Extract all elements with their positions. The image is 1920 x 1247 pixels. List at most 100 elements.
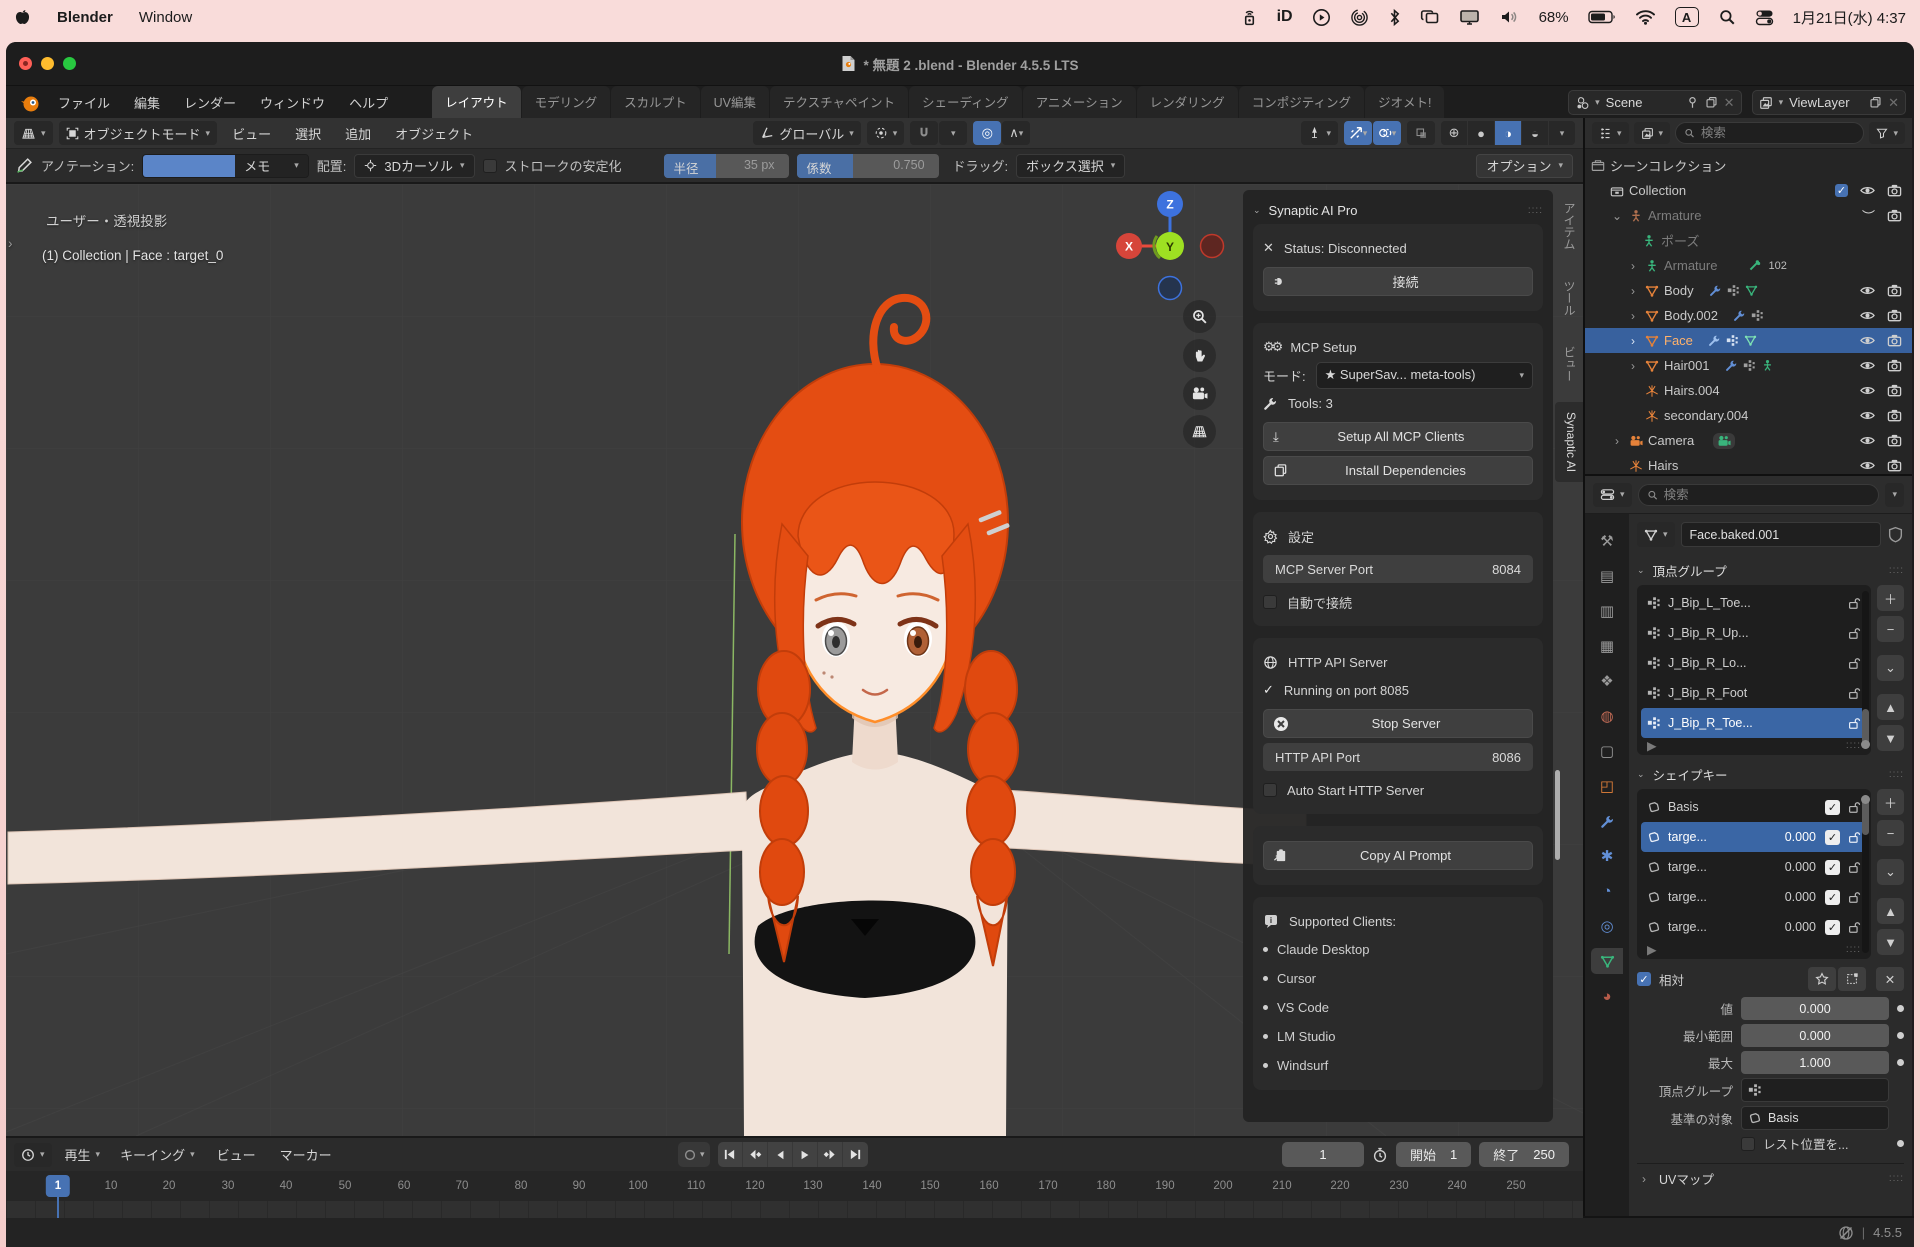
tab-animation[interactable]: アニメーション <box>1023 86 1136 118</box>
collection-checkbox[interactable]: ✓ <box>1835 184 1848 197</box>
current-frame-field[interactable]: 1 <box>1282 1142 1364 1167</box>
airdrop-icon[interactable] <box>1350 8 1369 27</box>
annotate-tool-icon[interactable] <box>16 157 33 174</box>
lock-open-icon[interactable] <box>1847 686 1861 700</box>
new-scene-icon[interactable] <box>1705 96 1718 109</box>
add-shapekey-button[interactable]: ＋ <box>1877 789 1904 815</box>
hair001-row[interactable]: › Hair001 <box>1585 353 1912 378</box>
vgroup-row[interactable]: J_Bip_R_Foot <box>1641 678 1867 708</box>
spotlight-icon[interactable] <box>1718 8 1736 26</box>
lock-open-icon[interactable] <box>1847 626 1861 640</box>
shading-solid-button[interactable]: ● <box>1468 121 1494 145</box>
tab-world[interactable]: ◍ <box>1591 703 1623 729</box>
menu-file[interactable]: ファイル <box>48 90 120 115</box>
vgroup-row[interactable]: J_Bip_L_Toe... <box>1641 588 1867 618</box>
proportional-editing-toggle[interactable]: ◎ <box>973 121 1001 145</box>
eye-icon[interactable] <box>1860 358 1875 373</box>
panel-grip[interactable]: :::: <box>1889 769 1904 780</box>
camera-visibility-icon[interactable] <box>1887 358 1902 373</box>
eye-icon[interactable] <box>1860 383 1875 398</box>
shading-material-button[interactable]: ◑ <box>1495 121 1521 145</box>
menu-add[interactable]: 追加 <box>336 121 380 146</box>
basis-field[interactable]: Basis <box>1741 1106 1889 1130</box>
tab-render[interactable]: ▤ <box>1591 563 1623 589</box>
eye-icon[interactable] <box>1860 333 1875 348</box>
viewlayer-selector[interactable]: ▾ ViewLayer ✕ <box>1752 90 1906 115</box>
shapekey-row[interactable]: targe... 0.000 ✓ <box>1641 852 1867 882</box>
tab-uv[interactable]: UV編集 <box>701 86 769 118</box>
end-frame-field[interactable]: 終了 250 <box>1479 1142 1569 1167</box>
remove-shapekey-button[interactable]: − <box>1877 820 1904 846</box>
animate-dot[interactable] <box>1897 1005 1904 1012</box>
blender-logo-icon[interactable] <box>20 93 40 113</box>
http-port-field[interactable]: HTTP API Port 8086 <box>1263 743 1533 771</box>
add-vgroup-button[interactable]: ＋ <box>1877 585 1904 611</box>
menu-select[interactable]: 選択 <box>286 121 330 146</box>
range-max-field[interactable]: 1.000 <box>1741 1051 1889 1074</box>
lock-open-icon[interactable] <box>1847 716 1861 730</box>
setup-all-mcp-button[interactable]: ⤓ Setup All MCP Clients <box>1263 422 1533 451</box>
tab-rendering[interactable]: レンダリング <box>1137 86 1238 118</box>
tab-physics[interactable]: ◔ <box>1591 878 1623 904</box>
auto-keyframe-toggle[interactable]: ▾ <box>678 1142 710 1167</box>
control-center-icon[interactable] <box>1755 9 1774 26</box>
shapekey-mute-checkbox[interactable]: ✓ <box>1825 890 1840 905</box>
stop-server-button[interactable]: Stop Server <box>1263 709 1533 738</box>
annotation-layer-dropdown[interactable]: メモ▾ <box>235 155 308 177</box>
shapekey-row[interactable]: targe... 0.000 ✓ <box>1641 882 1867 912</box>
datablock-type-button[interactable]: ▾ <box>1637 522 1675 547</box>
vgroup-specials-button[interactable]: ⌄ <box>1877 655 1904 681</box>
tab-shading[interactable]: シェーディング <box>909 86 1022 118</box>
properties-options-button[interactable]: ▾ <box>1885 483 1904 507</box>
connect-button[interactable]: 接続 <box>1263 267 1533 296</box>
editor-type-button[interactable]: ▾ <box>14 121 53 145</box>
options-dropdown[interactable]: オプション▾ <box>1476 154 1573 178</box>
menubar-window-menu[interactable]: Window <box>139 9 192 26</box>
collapse-icon[interactable]: ⌄ <box>1637 565 1645 576</box>
tab-particles[interactable]: ✱ <box>1591 843 1623 869</box>
prev-keyframe-button[interactable] <box>743 1142 768 1167</box>
tab-geometry-nodes[interactable]: ジオメト! <box>1365 86 1444 118</box>
scene-selector[interactable]: ▾ Scene ✕ <box>1568 90 1741 115</box>
collapse-icon[interactable]: ⌄ <box>1253 205 1261 216</box>
shapekey-mute-checkbox[interactable]: ✓ <box>1825 830 1840 845</box>
properties-search-input[interactable] <box>1664 488 1871 502</box>
zoom-button[interactable] <box>1183 300 1216 333</box>
tab-scene[interactable]: ❖ <box>1591 668 1623 694</box>
shapekey-move-down-button[interactable]: ▼ <box>1877 929 1904 955</box>
lock-open-icon[interactable] <box>1847 800 1861 814</box>
secondary004-row[interactable]: secondary.004 <box>1585 403 1912 428</box>
scene-collection-row[interactable]: シーンコレクション <box>1585 153 1912 178</box>
lock-open-icon[interactable] <box>1847 596 1861 610</box>
grid-ortho-button[interactable] <box>1183 415 1216 448</box>
pivot-point-dropdown[interactable]: ▾ <box>867 121 905 145</box>
menubar-app-name[interactable]: Blender <box>57 9 113 26</box>
rest-position-checkbox[interactable] <box>1741 1137 1755 1151</box>
tab-collection[interactable]: ▢ <box>1591 738 1623 764</box>
shield-icon[interactable] <box>1887 526 1904 543</box>
play-circle-icon[interactable] <box>1312 8 1331 27</box>
shapekey-mute-checkbox[interactable]: ✓ <box>1825 800 1840 815</box>
vgroup-field[interactable] <box>1741 1078 1889 1102</box>
expand-icon[interactable]: › <box>1637 1172 1651 1186</box>
timeline-channels[interactable] <box>6 1201 1583 1218</box>
annotation-color-swatch[interactable] <box>143 155 235 177</box>
camera-visibility-icon[interactable] <box>1887 183 1902 198</box>
vgroup-row[interactable]: J_Bip_R_Up... <box>1641 618 1867 648</box>
menu-help[interactable]: ヘルプ <box>339 90 398 115</box>
tab-material[interactable]: ◕ <box>1591 983 1623 1009</box>
pose-row[interactable]: ポーズ <box>1585 228 1912 253</box>
placement-dropdown[interactable]: 3Dカーソル▾ <box>354 154 474 178</box>
face-row-selected[interactable]: › Face <box>1585 328 1912 353</box>
id-status-icon[interactable]: iD <box>1277 8 1293 26</box>
tab-output[interactable]: ▥ <box>1591 598 1623 624</box>
menu-window[interactable]: ウィンドウ <box>250 90 335 115</box>
animate-dot[interactable] <box>1897 1032 1904 1039</box>
animate-dot[interactable] <box>1897 1140 1904 1147</box>
lock-open-icon[interactable] <box>1847 920 1861 934</box>
eye-icon[interactable] <box>1860 433 1875 448</box>
tab-viewlayer[interactable]: ▦ <box>1591 633 1623 659</box>
transform-orientation-dropdown[interactable]: グローバル ▾ <box>753 121 860 145</box>
play-button[interactable] <box>793 1142 818 1167</box>
delete-scene-icon[interactable]: ✕ <box>1724 95 1735 111</box>
